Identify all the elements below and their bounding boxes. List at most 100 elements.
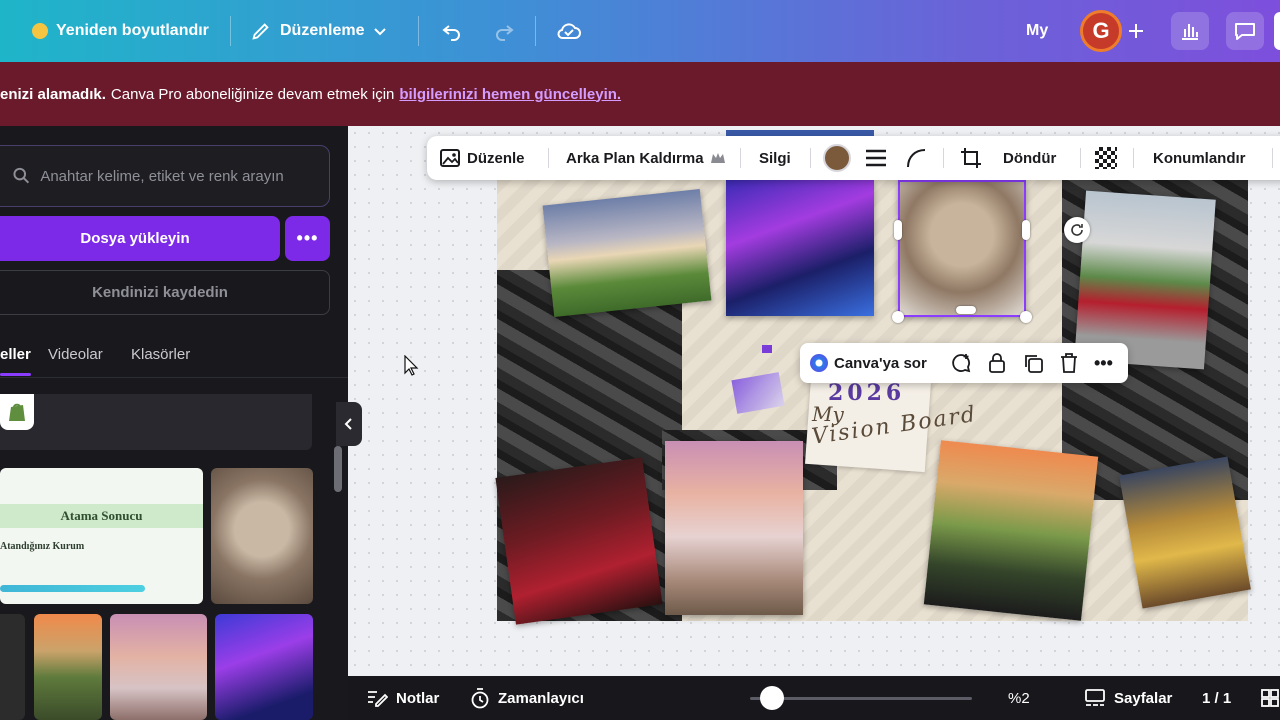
corner-rounding-button[interactable]: [905, 136, 927, 180]
ask-canva-button[interactable]: Canva'ya sor: [810, 343, 927, 383]
edit-mode-dropdown[interactable]: Düzenleme: [250, 0, 388, 62]
border-style-button[interactable]: [865, 136, 887, 180]
eraser-button[interactable]: Silgi: [759, 136, 791, 180]
upload-thumb-gaming-room[interactable]: [215, 614, 313, 720]
duplicate-button[interactable]: [1022, 343, 1044, 383]
top-bar: Yeniden boyutlandır Düzenleme My G: [0, 0, 1280, 62]
photo-house[interactable]: [542, 189, 712, 317]
photo-gaming-setup[interactable]: [726, 180, 874, 316]
eraser-label: Silgi: [759, 149, 791, 167]
notes-button[interactable]: Notlar: [366, 676, 439, 720]
panel-scrollbar[interactable]: [334, 446, 342, 492]
upload-thumb-motorbike[interactable]: [34, 614, 102, 720]
upload-thumb-van[interactable]: [110, 614, 207, 720]
resize-button[interactable]: Yeniden boyutlandır: [32, 0, 209, 62]
save-status-button[interactable]: [556, 0, 582, 62]
bg-remove-button[interactable]: Arka Plan Kaldırma: [566, 136, 726, 180]
comments-button[interactable]: [1226, 12, 1264, 50]
avatar[interactable]: G: [1080, 10, 1122, 52]
my-text: My: [1026, 22, 1049, 39]
sticker-pixel-small[interactable]: [762, 345, 772, 353]
collapse-panel-button[interactable]: [336, 402, 362, 446]
timer-label: Zamanlayıcı: [498, 689, 584, 707]
selection-box: [898, 180, 1026, 317]
pages-label: Sayfalar: [1114, 689, 1173, 707]
bottom-bar: Notlar Zamanlayıcı %2 Sayfalar 1 / 1: [348, 676, 1280, 720]
color-swatch-button[interactable]: [823, 136, 851, 180]
my-label[interactable]: My: [1026, 0, 1048, 62]
lock-button[interactable]: [987, 343, 1007, 383]
grid-view-button[interactable]: [1260, 676, 1280, 720]
rotate-label: Döndür: [1003, 149, 1057, 167]
edit-image-label: Düzenle: [467, 149, 525, 167]
mouse-cursor-icon: [404, 355, 419, 376]
add-comment-button[interactable]: [950, 343, 972, 383]
upload-file-button[interactable]: Dosya yükleyin: [0, 216, 280, 261]
banner-update-link[interactable]: bilgilerinizi hemen güncelleyin.: [399, 86, 621, 103]
lines-icon: [866, 149, 886, 167]
resize-handle-bottom[interactable]: [956, 306, 976, 314]
image-edit-toolbar: Düzenle Arka Plan Kaldırma Silgi Döndür …: [427, 136, 1280, 180]
undo-button[interactable]: [440, 0, 464, 62]
add-collaborator-button[interactable]: [1126, 0, 1146, 62]
uploads-panel: Dosya yükleyin ••• Kendinizi kaydedin el…: [0, 126, 348, 720]
upload-thumb-result-document[interactable]: Atama Sonucu Atandığınız Kurum: [0, 468, 203, 604]
more-options-button[interactable]: •••: [285, 216, 330, 261]
edit-image-button[interactable]: Düzenle: [439, 136, 525, 180]
upload-thumb-cat[interactable]: [211, 468, 313, 604]
zoom-level-text: %2: [1008, 689, 1030, 707]
toolbar-divider: [810, 148, 811, 168]
zoom-slider-knob[interactable]: [760, 686, 785, 710]
position-label: Konumlandır: [1153, 149, 1246, 167]
pencil-icon: [252, 23, 269, 40]
resize-handle-bottom-right[interactable]: [1020, 311, 1032, 323]
transparency-icon: [1095, 147, 1117, 169]
rotate-button[interactable]: Döndür: [1003, 136, 1056, 180]
delete-button[interactable]: [1059, 343, 1079, 383]
pages-button[interactable]: Sayfalar: [1084, 676, 1172, 720]
resize-handle-bottom-left[interactable]: [892, 311, 904, 323]
zoom-level[interactable]: %2: [1008, 676, 1030, 720]
crop-button[interactable]: [959, 136, 983, 180]
resize-handle-left[interactable]: [894, 220, 902, 240]
shopify-upload-tile[interactable]: [0, 394, 312, 450]
tab-folders[interactable]: Klasörler: [131, 346, 190, 363]
share-button[interactable]: [1274, 12, 1280, 50]
bg-remove-label: Arka Plan Kaldırma: [566, 149, 704, 167]
page-counter-text: 1 / 1: [1202, 689, 1232, 707]
redo-button[interactable]: [492, 0, 516, 62]
position-button[interactable]: Konumlandır: [1153, 136, 1246, 180]
tab-videos[interactable]: Videolar: [48, 346, 103, 363]
photo-concert-crowd[interactable]: [495, 457, 663, 625]
resize-handle-right[interactable]: [1022, 220, 1030, 240]
upload-thumb-money[interactable]: [0, 614, 25, 720]
ask-canva-label: Canva'ya sor: [834, 354, 927, 372]
comment-icon: [1235, 23, 1255, 40]
timer-button[interactable]: Zamanlayıcı: [470, 676, 584, 720]
image-edit-icon: [440, 149, 460, 167]
toolbar-divider: [1133, 148, 1134, 168]
search-box[interactable]: [0, 145, 330, 207]
tab-images[interactable]: eller: [0, 346, 31, 363]
rotate-icon: [1071, 224, 1083, 236]
photo-motorbike[interactable]: [923, 440, 1099, 621]
edit-mode-label: Düzenleme: [280, 22, 365, 39]
search-input[interactable]: [40, 167, 329, 185]
timer-icon: [471, 688, 489, 709]
record-yourself-button[interactable]: Kendinizi kaydedin: [0, 270, 330, 315]
comment-add-icon: [952, 354, 971, 373]
insights-button[interactable]: [1171, 12, 1209, 50]
result-card-progress: [0, 585, 145, 592]
rotate-handle[interactable]: [1064, 217, 1090, 243]
banner-text: Canva Pro aboneliğinize devam etmek için: [110, 85, 395, 103]
transparency-button[interactable]: [1095, 136, 1117, 180]
payment-warning-banner: enizi alamadık. Canva Pro aboneliğinize …: [0, 62, 1280, 126]
color-swatch: [823, 144, 851, 172]
shopify-icon: [0, 394, 34, 430]
more-actions-button[interactable]: •••: [1094, 343, 1113, 383]
lock-icon: [989, 353, 1005, 373]
photo-friends[interactable]: [1119, 456, 1251, 609]
photo-camper-van[interactable]: [665, 441, 803, 615]
topbar-divider: [418, 16, 419, 46]
chevron-left-icon: [344, 418, 352, 430]
